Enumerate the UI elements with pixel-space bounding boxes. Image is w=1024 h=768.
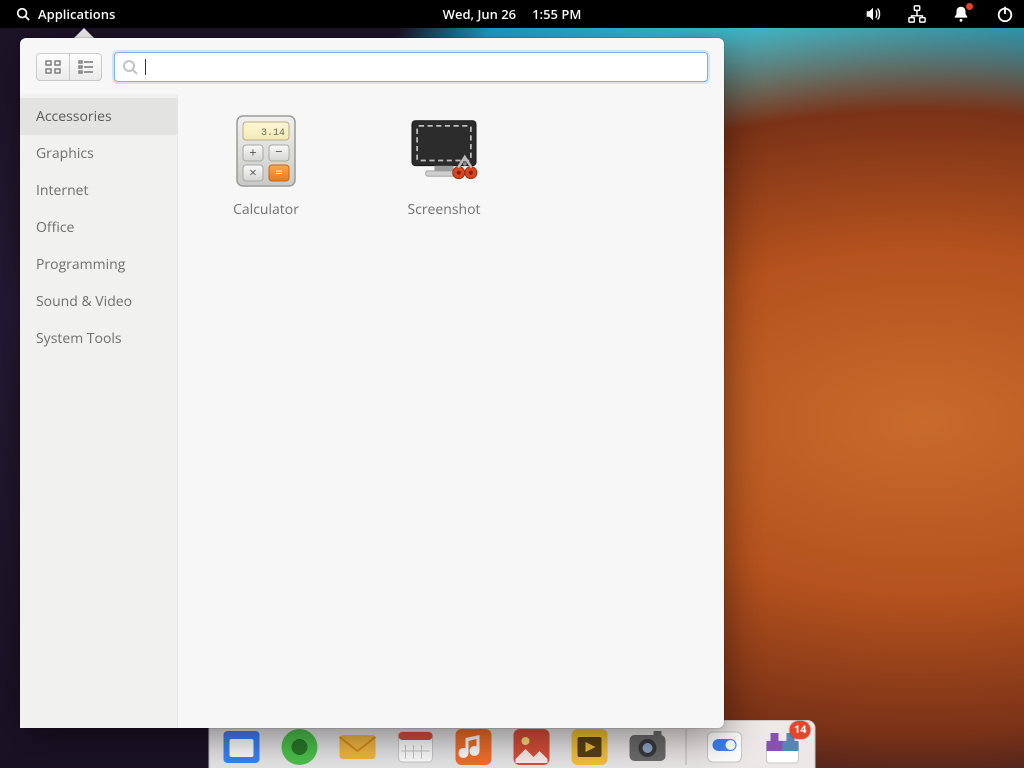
mail-icon — [336, 725, 380, 768]
date-label: Wed, Jun 26 — [443, 5, 516, 23]
power-icon — [996, 5, 1014, 23]
search-input[interactable] — [115, 53, 707, 81]
category-label: Graphics — [36, 144, 94, 163]
dock-mail[interactable] — [336, 725, 380, 768]
search-icon — [122, 59, 138, 75]
category-label: Sound & Video — [36, 292, 132, 311]
app-screenshot[interactable]: Screenshot — [384, 112, 504, 710]
applications-popover: Accessories Graphics Internet Office Pro… — [20, 38, 724, 728]
category-label: Programming — [36, 255, 125, 274]
applications-menu-label: Applications — [38, 5, 115, 23]
category-label: Office — [36, 218, 74, 237]
category-label: Accessories — [36, 107, 112, 126]
category-sidebar: Accessories Graphics Internet Office Pro… — [20, 94, 178, 728]
dock-calendar[interactable] — [394, 725, 438, 768]
category-label: Internet — [36, 181, 89, 200]
videos-icon — [568, 725, 612, 768]
application-grid: 3.14 + − × = Calculator — [178, 94, 724, 728]
session-indicator[interactable] — [996, 5, 1014, 23]
svg-text:−: − — [275, 142, 282, 160]
text-cursor — [145, 59, 146, 75]
applications-menu-button[interactable]: Applications — [10, 3, 121, 25]
photos-icon — [510, 725, 554, 768]
list-view-button[interactable] — [69, 54, 101, 80]
time-label: 1:55 PM — [532, 5, 581, 23]
camera-icon — [626, 725, 670, 768]
category-graphics[interactable]: Graphics — [20, 135, 177, 172]
app-label: Screenshot — [407, 200, 480, 219]
update-badge: 14 — [790, 721, 811, 739]
category-programming[interactable]: Programming — [20, 246, 177, 283]
notification-badge — [966, 3, 973, 10]
music-icon — [452, 725, 496, 768]
browser-icon — [278, 725, 322, 768]
screenshot-icon — [405, 112, 483, 190]
popover-arrow — [74, 28, 94, 38]
network-icon — [908, 5, 926, 23]
dock-toggle[interactable] — [703, 725, 747, 768]
popover-toolbar — [20, 38, 724, 94]
clock[interactable]: Wed, Jun 26 1:55 PM — [443, 5, 582, 23]
grid-icon — [45, 60, 61, 74]
app-calculator[interactable]: 3.14 + − × = Calculator — [206, 112, 326, 710]
category-system-tools[interactable]: System Tools — [20, 320, 177, 357]
dock-photos[interactable] — [510, 725, 554, 768]
volume-icon — [864, 5, 882, 23]
toggle-icon — [703, 725, 747, 768]
dock-music[interactable] — [452, 725, 496, 768]
view-mode-toggle — [36, 53, 102, 81]
list-icon — [78, 60, 94, 74]
search-icon — [16, 7, 30, 21]
svg-text:3.14: 3.14 — [261, 128, 285, 139]
category-accessories[interactable]: Accessories — [20, 98, 177, 135]
network-indicator[interactable] — [908, 5, 926, 23]
category-internet[interactable]: Internet — [20, 172, 177, 209]
grid-view-button[interactable] — [37, 54, 69, 80]
svg-text:×: × — [249, 163, 256, 181]
dock-separator — [686, 729, 687, 765]
search-field[interactable] — [114, 52, 708, 82]
notifications-indicator[interactable] — [952, 5, 970, 23]
dock-videos[interactable] — [568, 725, 612, 768]
dock-software-center[interactable]: 14 — [761, 725, 805, 768]
dock-files[interactable] — [220, 725, 264, 768]
sound-indicator[interactable] — [864, 5, 882, 23]
svg-text:=: = — [275, 163, 282, 181]
calculator-icon: 3.14 + − × = — [227, 112, 305, 190]
dock-camera[interactable] — [626, 725, 670, 768]
category-office[interactable]: Office — [20, 209, 177, 246]
files-icon — [220, 725, 264, 768]
svg-text:+: + — [249, 143, 256, 161]
top-bar: Applications Wed, Jun 26 1:55 PM — [0, 0, 1024, 28]
category-label: System Tools — [36, 329, 122, 348]
dock-browser[interactable] — [278, 725, 322, 768]
category-sound-video[interactable]: Sound & Video — [20, 283, 177, 320]
app-label: Calculator — [233, 200, 299, 219]
calendar-icon — [394, 725, 438, 768]
